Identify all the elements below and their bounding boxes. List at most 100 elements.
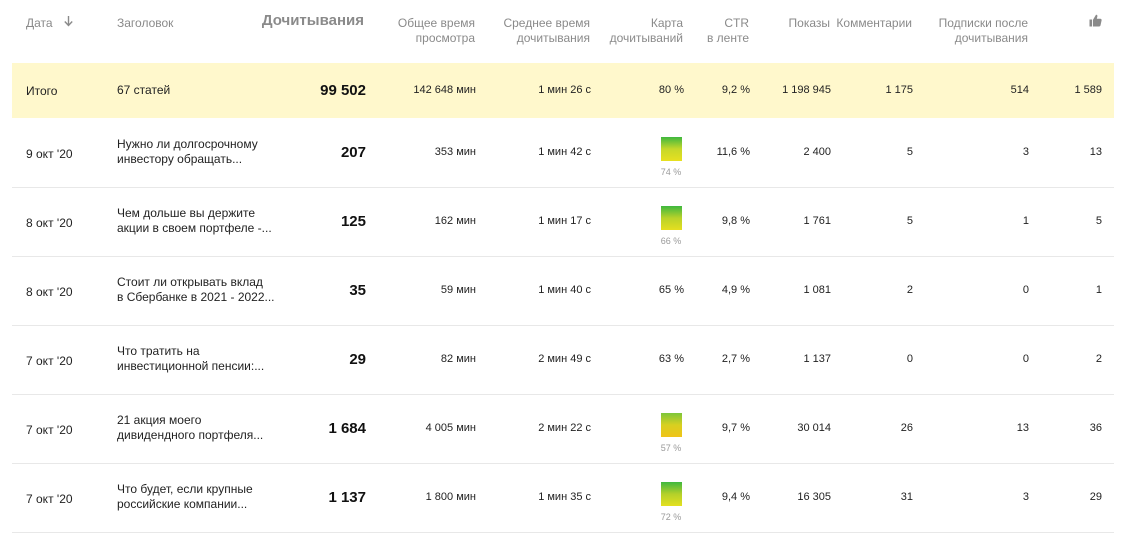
row-title-link[interactable]: Что будет, если крупные российские компан… bbox=[117, 482, 277, 512]
read-map-gauge[interactable] bbox=[661, 206, 682, 230]
row-avg-time: 1 мин 42 с bbox=[538, 146, 591, 158]
row-subscriptions: 3 bbox=[1022, 491, 1029, 503]
column-header-read-map[interactable]: Карта дочитываний bbox=[610, 16, 683, 46]
read-map-percent: 57 % bbox=[660, 443, 682, 453]
row-comments: 5 bbox=[906, 146, 913, 158]
row-impressions: 2 400 bbox=[803, 146, 831, 158]
row-likes: 5 bbox=[1095, 215, 1102, 227]
row-comments: 2 bbox=[906, 284, 913, 296]
row-title-line2: инвестору обращать... bbox=[117, 152, 243, 166]
column-header-comments[interactable]: Комментарии bbox=[836, 16, 912, 31]
column-header-avg-time-line2: дочитывания bbox=[516, 31, 590, 45]
column-header-reads[interactable]: Дочитывания bbox=[262, 13, 364, 28]
total-likes: 1 589 bbox=[1074, 84, 1102, 96]
table-row[interactable]: 8 окт '20 125 162 мин 1 мин 17 с 9,8 % 1 761 5… bbox=[12, 188, 1114, 257]
column-header-ctr-line1: CTR bbox=[724, 16, 749, 30]
row-reads: 1 137 bbox=[328, 489, 366, 506]
row-title-link[interactable]: Нужно ли долгосрочному инвестору обращать… bbox=[117, 137, 277, 167]
row-comments: 5 bbox=[906, 215, 913, 227]
row-date: 9 окт '20 bbox=[26, 147, 73, 161]
row-title-line1: Стоит ли открывать вклад bbox=[117, 275, 263, 289]
row-avg-time: 1 мин 17 с bbox=[538, 215, 591, 227]
row-ctr: 9,4 % bbox=[721, 491, 750, 503]
row-title-link[interactable]: Что тратить на инвестиционной пенсии:... bbox=[117, 344, 277, 374]
read-map-gauge[interactable] bbox=[661, 413, 682, 437]
row-impressions: 1 081 bbox=[803, 284, 831, 296]
row-date: 7 окт '20 bbox=[26, 354, 73, 368]
thumbs-up-icon[interactable] bbox=[1089, 14, 1102, 31]
total-view-time: 142 648 мин bbox=[413, 84, 476, 96]
row-impressions: 30 014 bbox=[797, 422, 831, 434]
table-row[interactable]: 7 окт '20 29 82 мин 2 мин 49 с 2,7 % 1 137 0 0 2… bbox=[12, 326, 1114, 395]
table-row[interactable]: 9 окт '20 207 353 мин 1 мин 42 с 11,6 % 2 400… bbox=[12, 119, 1114, 188]
total-label: Итого bbox=[26, 84, 58, 98]
row-reads: 207 bbox=[340, 144, 366, 161]
total-comments: 1 175 bbox=[885, 84, 913, 96]
row-subscriptions: 13 bbox=[1016, 422, 1029, 434]
row-comments: 31 bbox=[900, 491, 913, 503]
row-date: 7 окт '20 bbox=[26, 423, 73, 437]
row-title-line1: 21 акция моего bbox=[117, 413, 202, 427]
column-header-subscriptions-line1: Подписки после bbox=[938, 16, 1028, 30]
read-map-percent: 72 % bbox=[660, 512, 682, 522]
row-view-time: 82 мин bbox=[440, 353, 476, 365]
row-title-link[interactable]: Стоит ли открывать вклад в Сбербанке в 20… bbox=[117, 275, 277, 305]
row-reads: 35 bbox=[349, 282, 366, 299]
table-row[interactable]: 7 окт '20 1 684 4 005 мин 2 мин 22 с 9,7 % 30… bbox=[12, 395, 1114, 464]
read-map-percent: 65 % bbox=[658, 284, 684, 296]
read-map-gauge[interactable] bbox=[661, 482, 682, 506]
row-impressions: 16 305 bbox=[797, 491, 831, 503]
column-header-title[interactable]: Заголовок bbox=[117, 16, 173, 31]
column-header-ctr[interactable]: CTR в ленте bbox=[707, 16, 749, 46]
arrow-down-icon bbox=[64, 16, 73, 31]
row-reads: 29 bbox=[349, 351, 366, 368]
row-impressions: 1 137 bbox=[803, 353, 831, 365]
total-subscriptions: 514 bbox=[1010, 84, 1029, 96]
row-avg-time: 2 мин 49 с bbox=[538, 353, 591, 365]
column-header-date[interactable]: Дата bbox=[26, 16, 73, 31]
column-header-total-time-line1: Общее время bbox=[397, 16, 475, 30]
row-subscriptions: 0 bbox=[1022, 284, 1029, 296]
stats-table: Дата Заголовок Дочитывания Общее время п… bbox=[0, 0, 1141, 533]
read-map-gauge[interactable] bbox=[661, 137, 682, 161]
total-avg-time: 1 мин 26 с bbox=[538, 84, 591, 96]
row-title-line1: Нужно ли долгосрочному bbox=[117, 137, 258, 151]
row-title-line1: Что будет, если крупные bbox=[117, 482, 253, 496]
row-reads: 1 684 bbox=[328, 420, 366, 437]
row-view-time: 1 800 мин bbox=[425, 491, 476, 503]
row-view-time: 353 мин bbox=[434, 146, 476, 158]
row-likes: 13 bbox=[1089, 146, 1102, 158]
row-title-line2: акции в своем портфеле -... bbox=[117, 221, 272, 235]
column-header-avg-time[interactable]: Среднее время дочитывания bbox=[503, 16, 590, 46]
column-header-read-map-line2: дочитываний bbox=[609, 31, 683, 45]
row-avg-time: 1 мин 35 с bbox=[538, 491, 591, 503]
read-map-percent: 74 % bbox=[660, 167, 682, 177]
row-likes: 1 bbox=[1095, 284, 1102, 296]
total-ctr: 9,2 % bbox=[721, 84, 750, 96]
total-reads: 99 502 bbox=[320, 82, 366, 99]
row-comments: 0 bbox=[906, 353, 913, 365]
row-view-time: 162 мин bbox=[434, 215, 476, 227]
row-subscriptions: 0 bbox=[1022, 353, 1029, 365]
column-header-read-map-line1: Карта bbox=[650, 16, 683, 30]
row-title-line2: дивидендного портфеля... bbox=[117, 428, 264, 442]
row-subscriptions: 3 bbox=[1022, 146, 1029, 158]
table-row[interactable]: 8 окт '20 35 59 мин 1 мин 40 с 4,9 % 1 081 2 0 1… bbox=[12, 257, 1114, 326]
row-view-time: 4 005 мин bbox=[425, 422, 476, 434]
row-date: 8 окт '20 bbox=[26, 285, 73, 299]
row-impressions: 1 761 bbox=[803, 215, 831, 227]
row-likes: 2 bbox=[1095, 353, 1102, 365]
row-ctr: 9,8 % bbox=[721, 215, 750, 227]
row-title-line2: российские компании... bbox=[117, 497, 248, 511]
column-header-subscriptions[interactable]: Подписки после дочитывания bbox=[939, 16, 1028, 46]
row-title-line2: в Сбербанке в 2021 - 2022... bbox=[117, 290, 275, 304]
row-title-link[interactable]: 21 акция моего дивидендного портфеля... bbox=[117, 413, 277, 443]
row-title-link[interactable]: Чем дольше вы держите акции в своем портф… bbox=[117, 206, 277, 236]
row-title-line2: инвестиционной пенсии:... bbox=[117, 359, 265, 373]
row-date: 8 окт '20 bbox=[26, 216, 73, 230]
total-impressions: 1 198 945 bbox=[782, 84, 831, 96]
total-row: Итого 67 статей 99 502 142 648 мин 1 мин… bbox=[12, 63, 1114, 118]
row-date: 7 окт '20 bbox=[26, 492, 73, 506]
column-header-total-time[interactable]: Общее время просмотра bbox=[398, 16, 475, 46]
column-header-impressions[interactable]: Показы bbox=[789, 16, 830, 31]
